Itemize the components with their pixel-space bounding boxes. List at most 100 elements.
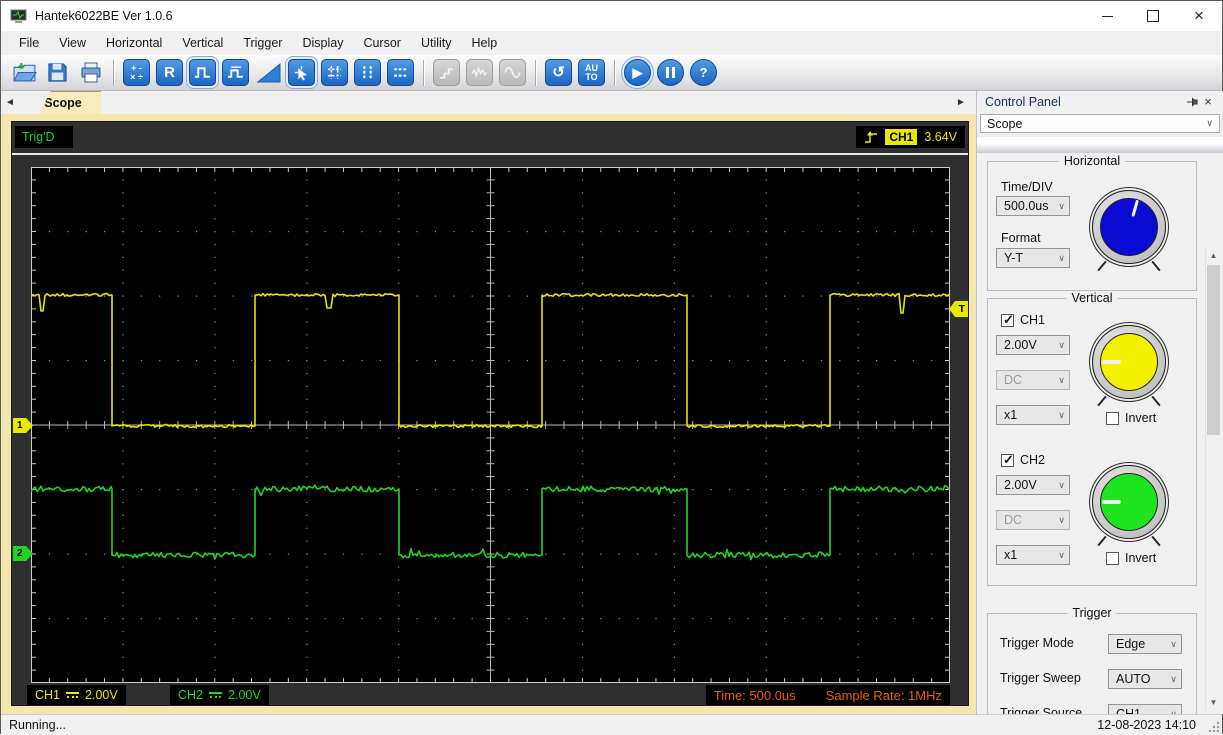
horizontal-cursors-icon[interactable] (387, 59, 414, 86)
reference-icon[interactable]: R (156, 59, 183, 86)
cursor-select-icon[interactable] (288, 59, 315, 86)
trigger-sweep-value: AUTO (1116, 672, 1151, 686)
scope-tab-page: Trig'D CH1 3.64V 1 2 T CH1 2.00V CH2 2.0… (1, 114, 976, 714)
ch1-enable-checkbox[interactable]: CH1 (1001, 312, 1046, 328)
chevron-down-icon: ∨ (1058, 514, 1065, 525)
ramp-icon[interactable] (255, 59, 282, 86)
application-window: Hantek6022BE Ver 1.0.6 × File View Horizon… (0, 0, 1223, 735)
format-combo[interactable]: Y-T ∨ (996, 248, 1070, 268)
trigger-source-chip: CH1 (885, 129, 918, 145)
ch1-volts-combo[interactable]: 2.00V ∨ (996, 335, 1070, 355)
trigger-mode-combo[interactable]: Edge ∨ (1108, 634, 1182, 654)
ch2-enable-checkbox[interactable]: CH2 (1001, 452, 1045, 468)
scroll-up-icon[interactable]: ▲ (1206, 248, 1221, 263)
control-panel: Control Panel × Scope ∨ Horizontal Time/… (976, 91, 1223, 714)
trigger-sweep-combo[interactable]: AUTO ∨ (1108, 669, 1182, 689)
pause-icon[interactable] (657, 59, 684, 86)
menu-item-trigger[interactable]: Trigger (233, 32, 292, 54)
control-panel-title: Control Panel (985, 94, 1061, 109)
menu-item-cursor[interactable]: Cursor (353, 32, 411, 54)
tab-scope[interactable]: Scope (39, 91, 101, 114)
app-icon (10, 9, 27, 23)
menu-item-utility[interactable]: Utility (411, 32, 462, 54)
pause-glyph (666, 67, 675, 78)
menu-item-vertical[interactable]: Vertical (172, 32, 233, 54)
ch2-position-marker[interactable]: 2 (13, 546, 33, 561)
menu-item-help[interactable]: Help (462, 32, 508, 54)
chevron-down-icon: ∨ (1058, 200, 1065, 211)
trigger-readout: CH1 3.64V (856, 126, 965, 148)
ch1-checkbox-label: CH1 (1020, 313, 1046, 327)
minimize-button[interactable] (1084, 1, 1130, 31)
ch2-coupling-combo: DC ∨ (996, 510, 1070, 530)
open-icon[interactable] (11, 59, 38, 86)
ch1-label: CH1 (35, 688, 61, 702)
horizontal-group-title: Horizontal (1058, 154, 1126, 168)
scope-header: Trig'D CH1 3.64V (12, 122, 968, 153)
knob-face (1100, 198, 1158, 256)
grid-cursors-icon[interactable] (321, 59, 348, 86)
math-icon[interactable]: + - × ÷ (123, 59, 150, 86)
vertical-group: Vertical CH12.00V∨DC∨x1∨InvertCH22.00V∨D… (987, 291, 1197, 586)
close-button[interactable]: × (1176, 1, 1222, 31)
print-icon[interactable] (77, 59, 104, 86)
autoset-icon[interactable]: AU TO (578, 59, 605, 86)
save-icon[interactable] (44, 59, 71, 86)
ch2-volts-combo[interactable]: 2.00V ∨ (996, 475, 1070, 495)
menu-item-view[interactable]: View (49, 32, 96, 54)
panel-mode-value: Scope (987, 116, 1023, 131)
panel-mode-select[interactable]: Scope ∨ (980, 114, 1220, 133)
panel-scrollbar[interactable]: ▲ ▼ (1205, 248, 1221, 710)
ch1-position-knob[interactable] (1092, 325, 1166, 399)
trigger-level-marker[interactable]: T (949, 301, 968, 317)
toolbar-separator (535, 59, 536, 86)
ch1-coupling-combo: DC ∨ (996, 370, 1070, 390)
toolbar-separator (614, 59, 615, 86)
start-icon[interactable]: ▶ (624, 59, 651, 86)
status-text: Running... (9, 718, 66, 732)
invert-label: Invert (1125, 411, 1157, 425)
toolbar: + - × ÷ R ↺ AU TO ▶? (1, 55, 1222, 91)
toolbar-separator (423, 59, 424, 86)
menu-item-display[interactable]: Display (292, 32, 353, 54)
toolbar-separator (113, 59, 114, 86)
ch2-probe-combo[interactable]: x1 ∨ (996, 545, 1070, 565)
time-div-combo[interactable]: 500.0us ∨ (996, 196, 1070, 216)
horizontal-knob[interactable] (1092, 190, 1166, 264)
resize-grip[interactable] (1208, 721, 1220, 733)
control-panel-header: Control Panel × (977, 91, 1223, 112)
pin-icon[interactable] (1184, 94, 1200, 110)
ch1-invert-checkbox[interactable]: Invert (1106, 411, 1156, 425)
menu-item-horizontal[interactable]: Horizontal (96, 32, 172, 54)
refresh-icon[interactable]: ↺ (545, 59, 572, 86)
pulse-alt-mode-icon[interactable] (222, 59, 249, 86)
scroll-down-icon[interactable]: ▼ (1206, 695, 1221, 710)
scope-footer: CH1 2.00V CH2 2.00V Time: 500.0us Sample… (12, 685, 968, 706)
tab-scroll-right-icon[interactable]: ► (954, 94, 968, 111)
help-icon[interactable]: ? (690, 59, 717, 86)
panel-divider (977, 137, 1223, 153)
chevron-down-icon: ∨ (1058, 479, 1065, 490)
scrollbar-thumb[interactable] (1207, 265, 1220, 435)
vertical-cursors-icon[interactable] (354, 59, 381, 86)
trigger-source-combo[interactable]: CH1 ∨ (1108, 704, 1182, 714)
pulse-mode-icon[interactable] (189, 59, 216, 86)
maximize-button[interactable] (1130, 1, 1176, 31)
close-icon: × (1194, 6, 1204, 25)
ch2-position-knob[interactable] (1092, 465, 1166, 539)
menu-item-file[interactable]: File (9, 32, 49, 54)
ch2-coupling-value: DC (1004, 513, 1023, 527)
ch1-probe-combo[interactable]: x1 ∨ (996, 405, 1070, 425)
ch1-volts-value: 2.00V (1004, 338, 1037, 352)
dc-coupling-icon (209, 692, 223, 702)
chevron-down-icon: ∨ (1058, 374, 1065, 385)
checkbox-icon (1106, 551, 1119, 565)
time-div-label: Time/DIV (1001, 180, 1053, 194)
chevron-down-icon: ∨ (1058, 549, 1065, 560)
chevron-down-icon: ∨ (1058, 409, 1065, 420)
tab-scroll-left-icon[interactable]: ◄ (3, 94, 17, 111)
close-panel-icon[interactable]: × (1200, 94, 1216, 110)
trigger-group-title: Trigger (1067, 606, 1117, 620)
ch2-invert-checkbox[interactable]: Invert (1106, 551, 1156, 565)
ch1-position-marker[interactable]: 1 (13, 418, 33, 433)
